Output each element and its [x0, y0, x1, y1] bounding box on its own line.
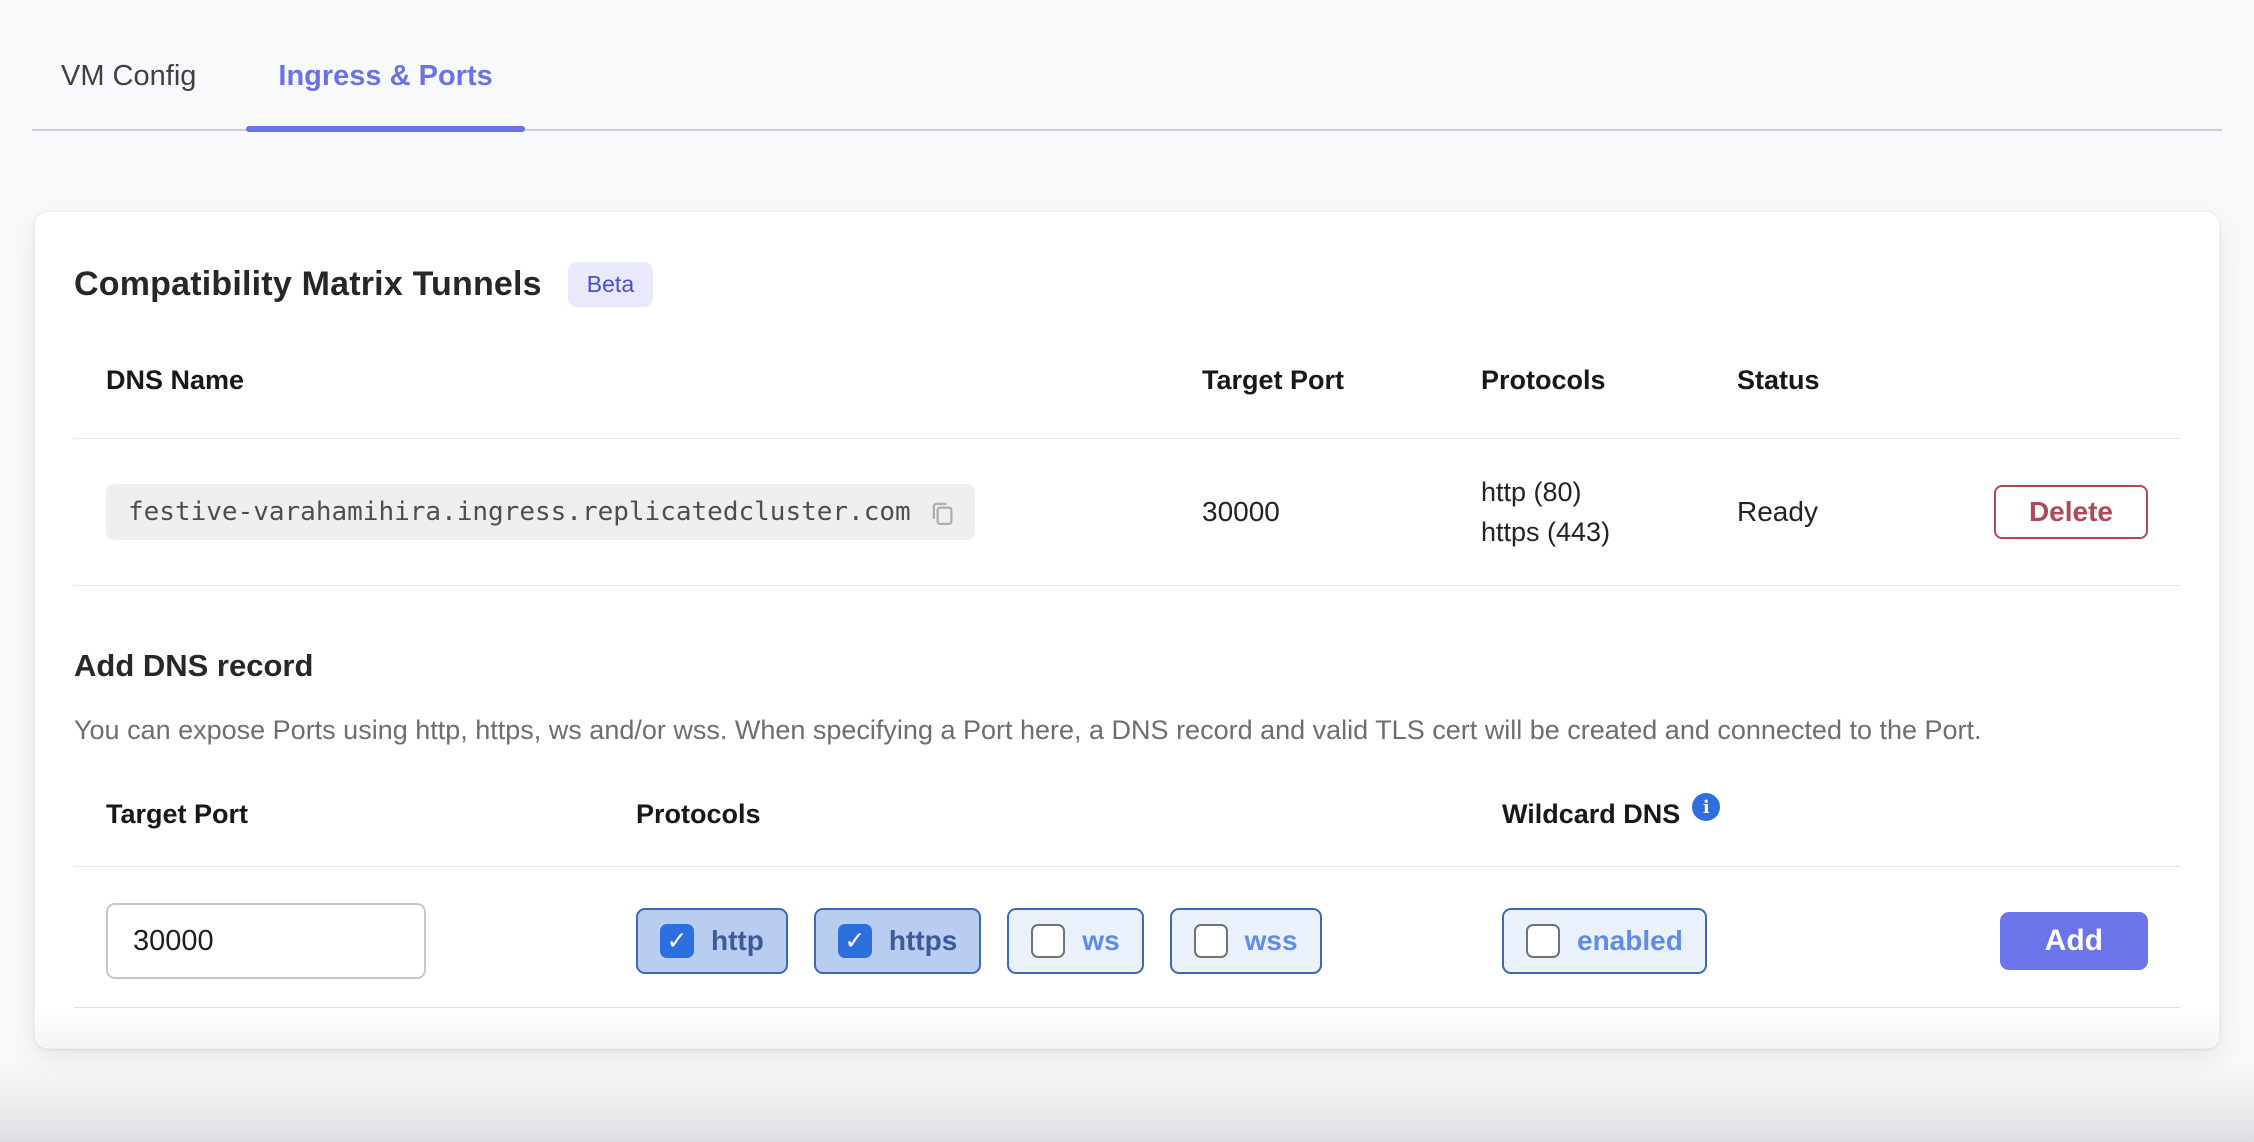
- col-header-dns-name: DNS Name: [74, 365, 1202, 438]
- form-col-header-protocols: Protocols: [636, 799, 1502, 866]
- target-port-input[interactable]: [106, 903, 426, 979]
- checkbox-icon: [838, 924, 872, 958]
- form-col-header-target-port: Target Port: [74, 799, 636, 866]
- page: VM Config Ingress & Ports Compatibility …: [0, 0, 2254, 1142]
- checkbox-icon: [1031, 924, 1065, 958]
- form-col-header-wildcard-dns: Wildcard DNS i: [1502, 799, 1924, 866]
- row-protocols: http (80) https (443): [1481, 472, 1737, 552]
- checkbox-icon: [660, 924, 694, 958]
- add-dns-record-description: You can expose Ports using http, https, …: [74, 710, 2074, 751]
- protocol-chip-label: ws: [1082, 925, 1119, 957]
- col-header-target-port: Target Port: [1202, 365, 1481, 438]
- table-row: festive-varahamihira.ingress.replicatedc…: [74, 439, 2180, 586]
- checkbox-icon: [1194, 924, 1228, 958]
- page-title: Compatibility Matrix Tunnels: [74, 265, 542, 304]
- delete-button[interactable]: Delete: [1994, 485, 2148, 539]
- tunnels-table-header: DNS Name Target Port Protocols Status: [74, 365, 2180, 439]
- col-header-status: Status: [1737, 365, 1937, 438]
- tab-ingress-ports[interactable]: Ingress & Ports: [246, 60, 524, 129]
- info-icon[interactable]: i: [1692, 793, 1720, 821]
- wildcard-dns-label: Wildcard DNS: [1502, 799, 1680, 830]
- dns-name-pill: festive-varahamihira.ingress.replicatedc…: [106, 484, 975, 540]
- row-protocol-http: http (80): [1481, 472, 1737, 512]
- add-button[interactable]: Add: [2000, 912, 2148, 970]
- beta-badge: Beta: [568, 262, 653, 307]
- protocol-checkbox-https[interactable]: https: [814, 908, 981, 974]
- protocol-chip-label: wss: [1245, 925, 1298, 957]
- protocol-checkbox-http[interactable]: http: [636, 908, 788, 974]
- status-badge: Ready: [1737, 496, 1937, 528]
- row-protocol-https: https (443): [1481, 512, 1737, 552]
- add-dns-record-heading: Add DNS record: [74, 648, 2180, 684]
- add-form-row: http https ws wss: [74, 867, 2180, 1007]
- protocol-chips: http https ws wss: [636, 908, 1502, 974]
- protocol-chip-label: https: [889, 925, 957, 957]
- tab-bar: VM Config Ingress & Ports: [32, 0, 2222, 131]
- wildcard-chip-label: enabled: [1577, 925, 1683, 957]
- card-footer: [35, 1008, 2219, 1048]
- copy-icon[interactable]: [927, 497, 957, 527]
- col-header-protocols: Protocols: [1481, 365, 1737, 438]
- row-target-port: 30000: [1202, 496, 1481, 528]
- add-form-header: Target Port Protocols Wildcard DNS i: [74, 799, 2180, 867]
- tab-vm-config[interactable]: VM Config: [61, 60, 196, 129]
- wildcard-enabled-checkbox[interactable]: enabled: [1502, 908, 1707, 974]
- dns-name-value: festive-varahamihira.ingress.replicatedc…: [128, 497, 911, 527]
- tunnels-card: Compatibility Matrix Tunnels Beta DNS Na…: [34, 211, 2220, 1049]
- card-title-row: Compatibility Matrix Tunnels Beta: [74, 212, 2180, 307]
- protocol-chip-label: http: [711, 925, 764, 957]
- protocol-checkbox-ws[interactable]: ws: [1007, 908, 1143, 974]
- checkbox-icon: [1526, 924, 1560, 958]
- protocol-checkbox-wss[interactable]: wss: [1170, 908, 1322, 974]
